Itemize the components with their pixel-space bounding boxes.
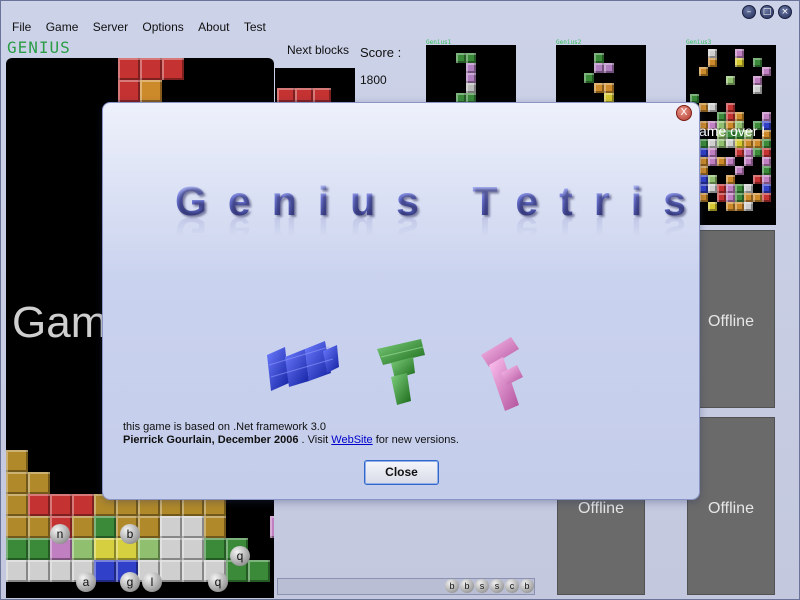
special-block: q: [230, 546, 250, 566]
board-message: Gam: [12, 298, 108, 347]
logo-green-blocks-icon: [377, 339, 425, 405]
minimize-icon[interactable]: –: [742, 5, 756, 19]
menu-file[interactable]: File: [12, 20, 31, 34]
special-block: a: [76, 572, 96, 592]
special-button[interactable]: s: [475, 579, 489, 593]
offline-label: Offline: [578, 500, 624, 517]
close-button[interactable]: Close: [364, 460, 439, 485]
dialog-close-icon[interactable]: X: [676, 105, 692, 121]
menu-server[interactable]: Server: [93, 20, 128, 34]
score-label: Score :: [360, 45, 402, 60]
maximize-icon[interactable]: □: [760, 5, 774, 19]
logo-blue-blocks-icon: [267, 341, 339, 391]
special-block: n: [50, 524, 70, 544]
special-block: g: [120, 572, 140, 592]
about-dialog: X Genius Tetris Genius Tetris this game …: [102, 102, 707, 500]
next-blocks-preview: [275, 68, 355, 102]
opponent-3-status: ame over !: [699, 123, 766, 139]
menu-game[interactable]: Game: [46, 20, 79, 34]
special-block: b: [120, 524, 140, 544]
opponent-4-offline: Offline: [687, 230, 775, 408]
special-button[interactable]: b: [520, 579, 534, 593]
opponent-2-board: [556, 45, 646, 105]
special-button[interactable]: s: [490, 579, 504, 593]
logo-pink-blocks-icon: [481, 337, 523, 411]
special-button[interactable]: b: [445, 579, 459, 593]
player-name: GENIUS: [7, 38, 71, 57]
close-icon[interactable]: ×: [778, 5, 792, 19]
menu-bar: File Game Server Options About Test: [5, 20, 270, 38]
menu-test[interactable]: Test: [244, 20, 266, 34]
credit-author-line: Pierrick Gourlain, December 2006 . Visit…: [123, 434, 459, 446]
credit-visit: . Visit: [298, 434, 332, 446]
score-value: 1800: [360, 73, 387, 87]
next-blocks-label: Next blocks: [287, 43, 350, 57]
special-button[interactable]: c: [505, 579, 519, 593]
credit-end: for new versions.: [372, 434, 459, 446]
dialog-title-reflection: Genius Tetris: [175, 209, 707, 255]
opponent-1-board: [426, 45, 516, 105]
credit-framework: this game is based on .Net framework 3.0: [123, 421, 326, 433]
game-window: – □ × File Game Server Options About Tes…: [0, 0, 800, 600]
offline-label: Offline: [708, 500, 754, 517]
website-link[interactable]: WebSite: [331, 434, 372, 446]
opponent-6-offline: Offline: [687, 417, 775, 595]
offline-label: Offline: [708, 313, 754, 330]
special-button[interactable]: b: [460, 579, 474, 593]
credit-author: Pierrick Gourlain, December 2006: [123, 434, 299, 446]
special-block: q: [208, 572, 228, 592]
special-block: l: [142, 572, 162, 592]
menu-about[interactable]: About: [198, 20, 229, 34]
menu-options[interactable]: Options: [142, 20, 183, 34]
